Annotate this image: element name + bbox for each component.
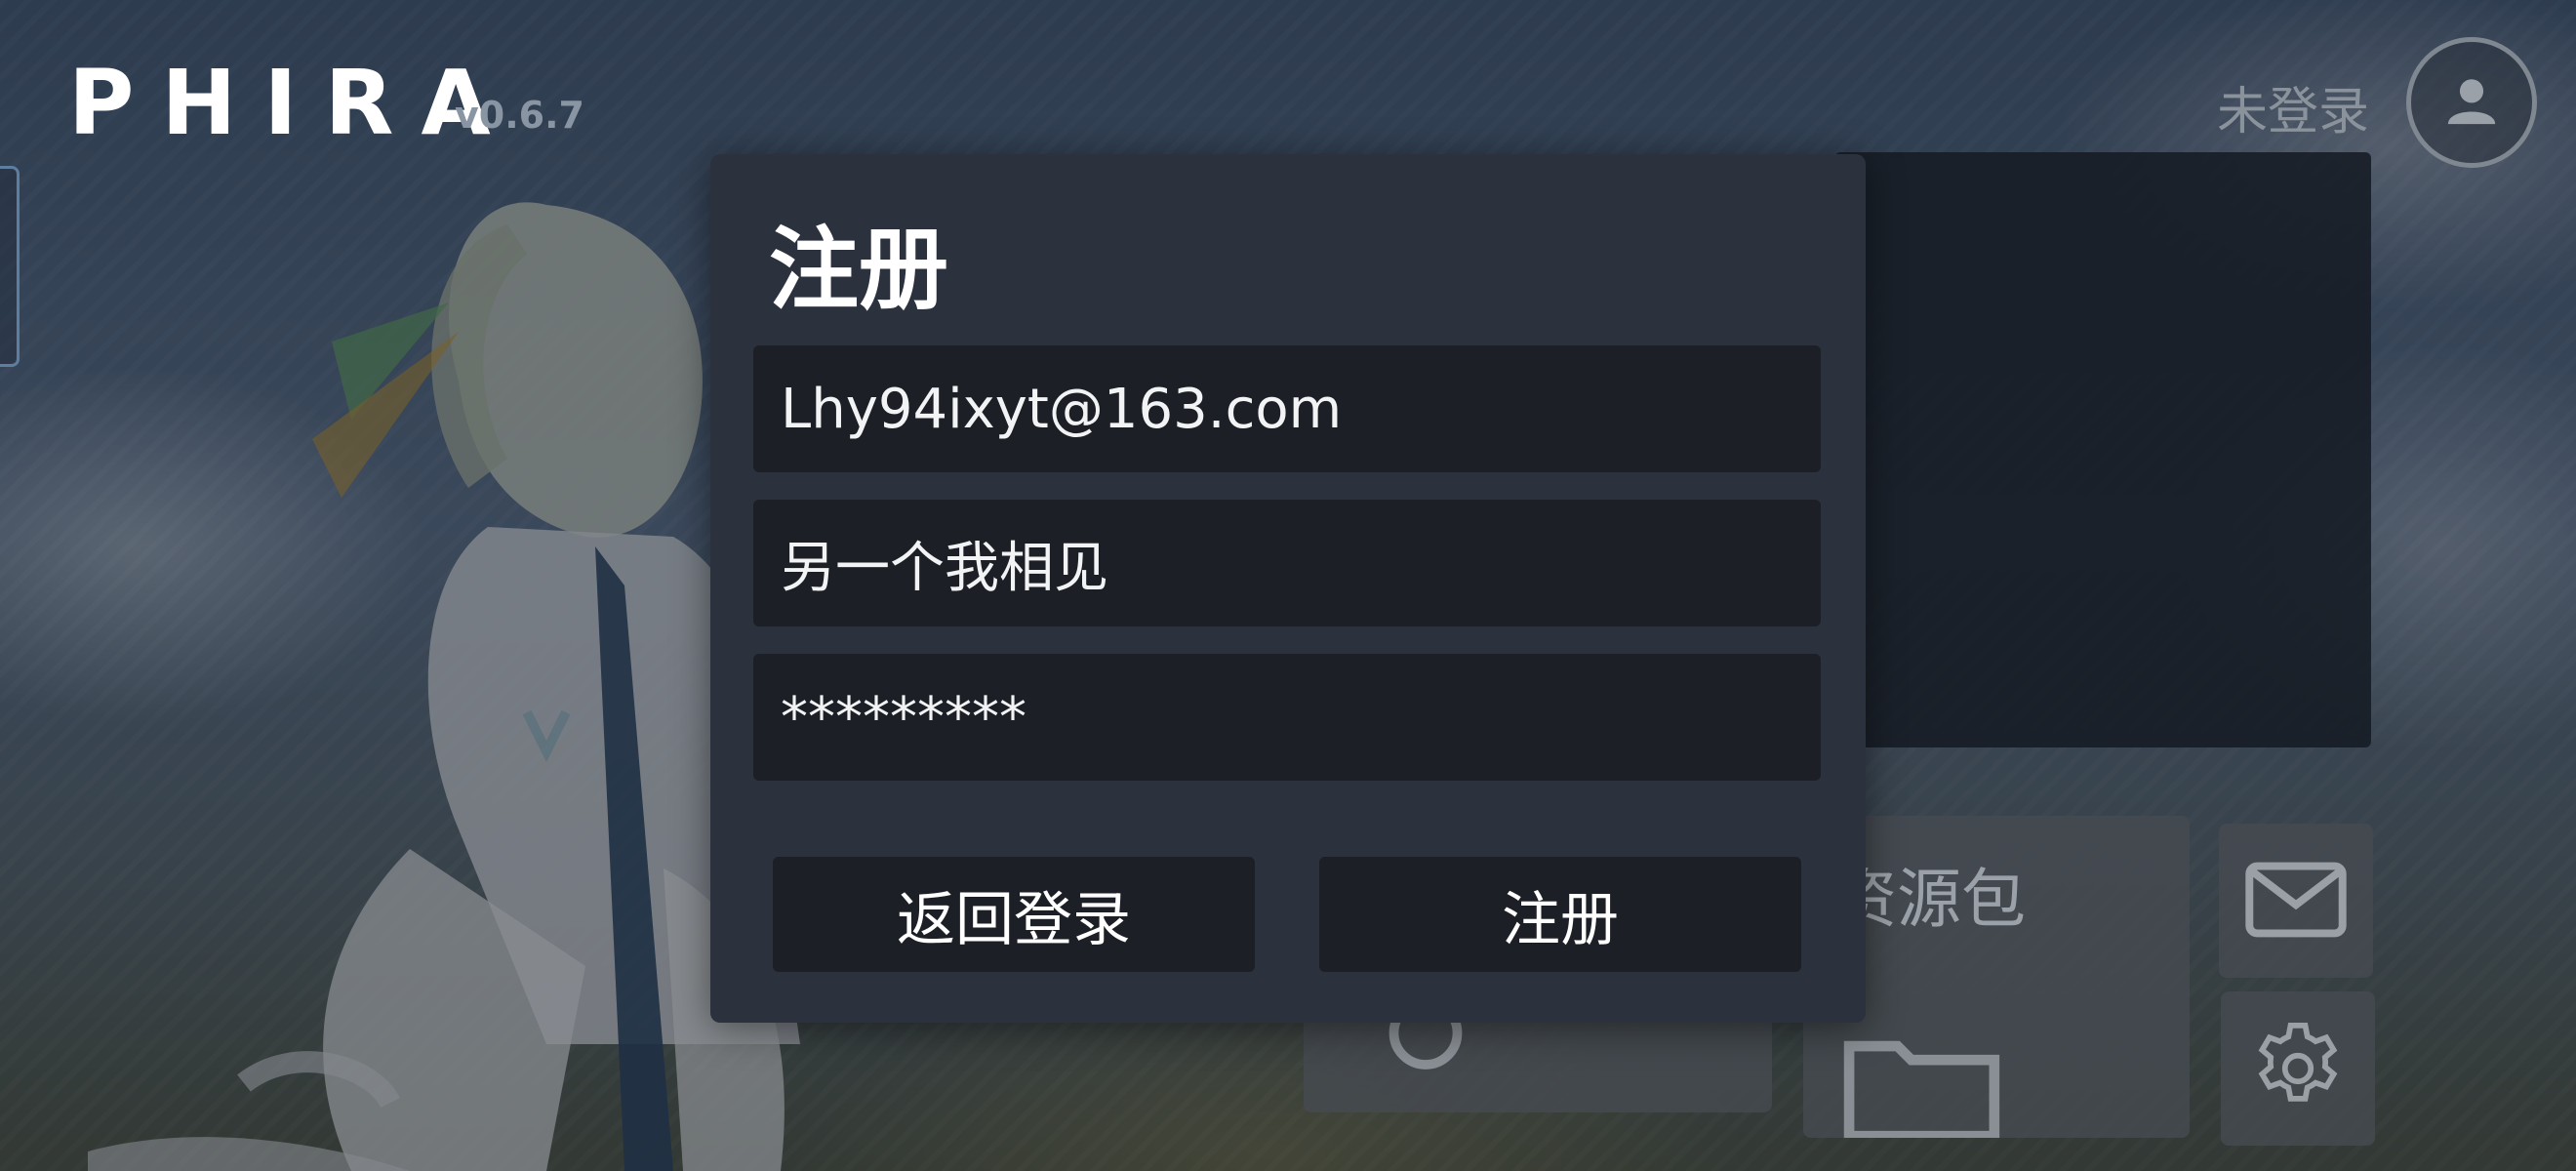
user-icon	[2447, 79, 2496, 125]
username-field[interactable]: 另一个我相见	[753, 500, 1821, 626]
password-field[interactable]: *********	[753, 654, 1821, 781]
side-drawer-handle[interactable]	[0, 166, 20, 367]
register-button[interactable]: 注册	[1319, 857, 1801, 972]
register-dialog: 注册 Lhy94ixyt@163.com 另一个我相见 ********* 返回…	[710, 154, 1866, 1023]
gear-icon	[2258, 1022, 2338, 1102]
messages-button[interactable]	[2219, 824, 2373, 978]
folder-icon	[1843, 1040, 2000, 1138]
chart-preview-panel	[1834, 152, 2371, 747]
user-avatar-button[interactable]	[2406, 37, 2576, 168]
app-version: v0.6.7	[455, 94, 584, 137]
app-logo: PHIRA	[68, 51, 518, 155]
settings-button[interactable]	[2221, 991, 2375, 1146]
dialog-title: 注册	[769, 218, 949, 322]
mail-icon	[2245, 862, 2347, 938]
back-to-login-button[interactable]: 返回登录	[773, 857, 1255, 972]
login-status-text[interactable]: 未登录	[2217, 70, 2369, 143]
email-field[interactable]: Lhy94ixyt@163.com	[753, 345, 1821, 472]
